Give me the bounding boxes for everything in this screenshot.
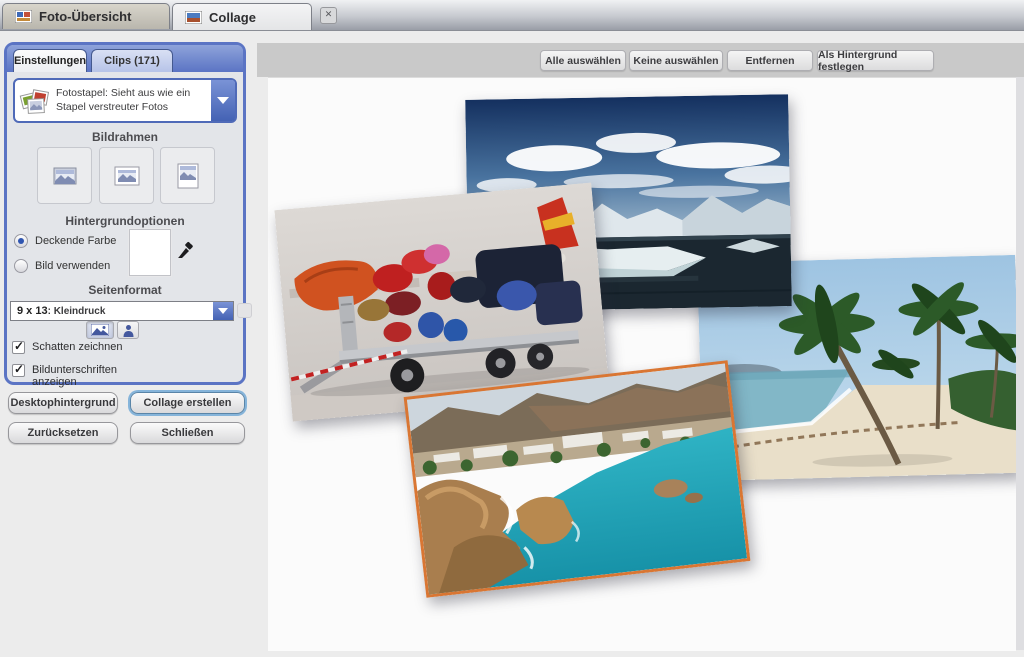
tab-label: Foto-Übersicht bbox=[39, 9, 131, 24]
frame-thin-white-icon bbox=[113, 165, 141, 187]
frame-option-polaroid[interactable] bbox=[160, 147, 215, 204]
format-section-label: Seitenformat bbox=[7, 283, 243, 297]
photo-stack-icon bbox=[18, 86, 52, 116]
close-tab-icon[interactable]: ✕ bbox=[320, 7, 337, 24]
landscape-icon bbox=[91, 324, 109, 336]
radio-label: Bild verwenden bbox=[35, 260, 110, 272]
desktop-background-button[interactable]: Desktophintergrund bbox=[8, 392, 118, 414]
remove-button[interactable]: Entfernen bbox=[727, 50, 813, 71]
reset-button[interactable]: Zurücksetzen bbox=[8, 422, 118, 444]
format-value-suffix: : Kleindruck bbox=[48, 306, 106, 317]
eyedropper-icon[interactable] bbox=[177, 241, 195, 259]
settings-panel: Einstellungen Clips (171) Fotostapel: Si… bbox=[4, 42, 246, 385]
set-as-background-button[interactable]: Als Hintergrund festlegen bbox=[817, 50, 934, 71]
checkbox-label: Bildunterschriften anzeigen bbox=[32, 364, 162, 388]
frame-none-icon bbox=[51, 165, 79, 187]
orientation-portrait-button[interactable] bbox=[117, 321, 139, 339]
tab-clips[interactable]: Clips (171) bbox=[91, 49, 173, 72]
create-collage-button[interactable]: Collage erstellen bbox=[130, 392, 245, 414]
radio-label: Deckende Farbe bbox=[35, 235, 116, 247]
check-icon: ✓ bbox=[14, 339, 24, 353]
radio-deckende-farbe[interactable]: Deckende Farbe bbox=[14, 234, 116, 248]
collage-style-value: Fotostapel: Sieht aus wie ein Stapel ver… bbox=[52, 87, 211, 114]
radio-icon bbox=[14, 234, 28, 248]
close-button[interactable]: Schließen bbox=[130, 422, 245, 444]
checkbox-schatten-zeichnen[interactable]: ✓ Schatten zeichnen bbox=[12, 341, 162, 354]
background-color-swatch[interactable] bbox=[129, 229, 171, 276]
collage-style-select[interactable]: Fotostapel: Sieht aus wie ein Stapel ver… bbox=[13, 78, 237, 123]
select-none-button[interactable]: Keine auswählen bbox=[629, 50, 723, 71]
photo-grid-icon bbox=[15, 10, 32, 23]
select-all-button[interactable]: Alle auswählen bbox=[540, 50, 626, 71]
canvas-toolbar: Alle auswählen Keine auswählen Entfernen… bbox=[257, 43, 1024, 77]
frame-section-label: Bildrahmen bbox=[7, 130, 243, 144]
radio-icon bbox=[14, 259, 28, 273]
tab-einstellungen[interactable]: Einstellungen bbox=[13, 49, 87, 72]
dropdown-arrow-box bbox=[213, 302, 233, 320]
app-window: Foto-Übersicht Collage ✕ Einstellungen C… bbox=[0, 0, 1024, 657]
window-tab-bar: Foto-Übersicht Collage ✕ bbox=[0, 0, 1024, 31]
tab-collage[interactable]: Collage bbox=[172, 3, 312, 30]
vertical-scrollbar[interactable] bbox=[1016, 77, 1024, 650]
tab-label: Collage bbox=[209, 10, 256, 25]
check-icon: ✓ bbox=[14, 362, 24, 376]
page-format-select[interactable]: 9 x 13 : Kleindruck bbox=[10, 301, 234, 321]
photo-mediterranean-coast[interactable] bbox=[404, 360, 751, 598]
dropdown-arrow-box bbox=[211, 80, 235, 121]
checkbox-bildunterschriften[interactable]: ✓ Bildunterschriften anzeigen bbox=[12, 364, 162, 388]
background-section-label: Hintergrundoptionen bbox=[7, 214, 243, 228]
format-value: 9 x 13 bbox=[11, 305, 48, 317]
radio-bild-verwenden[interactable]: Bild verwenden bbox=[14, 259, 110, 273]
frame-option-none[interactable] bbox=[37, 147, 92, 204]
format-extra-button[interactable] bbox=[237, 303, 252, 318]
frame-polaroid-icon bbox=[176, 163, 200, 189]
frame-option-thin-white[interactable] bbox=[99, 147, 154, 204]
chevron-down-icon bbox=[218, 308, 228, 314]
chevron-down-icon bbox=[217, 97, 229, 104]
collage-canvas[interactable] bbox=[268, 77, 1016, 651]
checkbox-icon: ✓ bbox=[12, 341, 25, 354]
orientation-landscape-button[interactable] bbox=[86, 321, 114, 339]
panel-tab-strip: Einstellungen Clips (171) bbox=[7, 45, 243, 72]
tab-foto-uebersicht[interactable]: Foto-Übersicht bbox=[2, 3, 170, 29]
portrait-person-icon bbox=[123, 324, 134, 337]
checkbox-icon: ✓ bbox=[12, 364, 25, 377]
photo-thumbnail-icon bbox=[185, 11, 202, 24]
checkbox-label: Schatten zeichnen bbox=[32, 341, 162, 354]
